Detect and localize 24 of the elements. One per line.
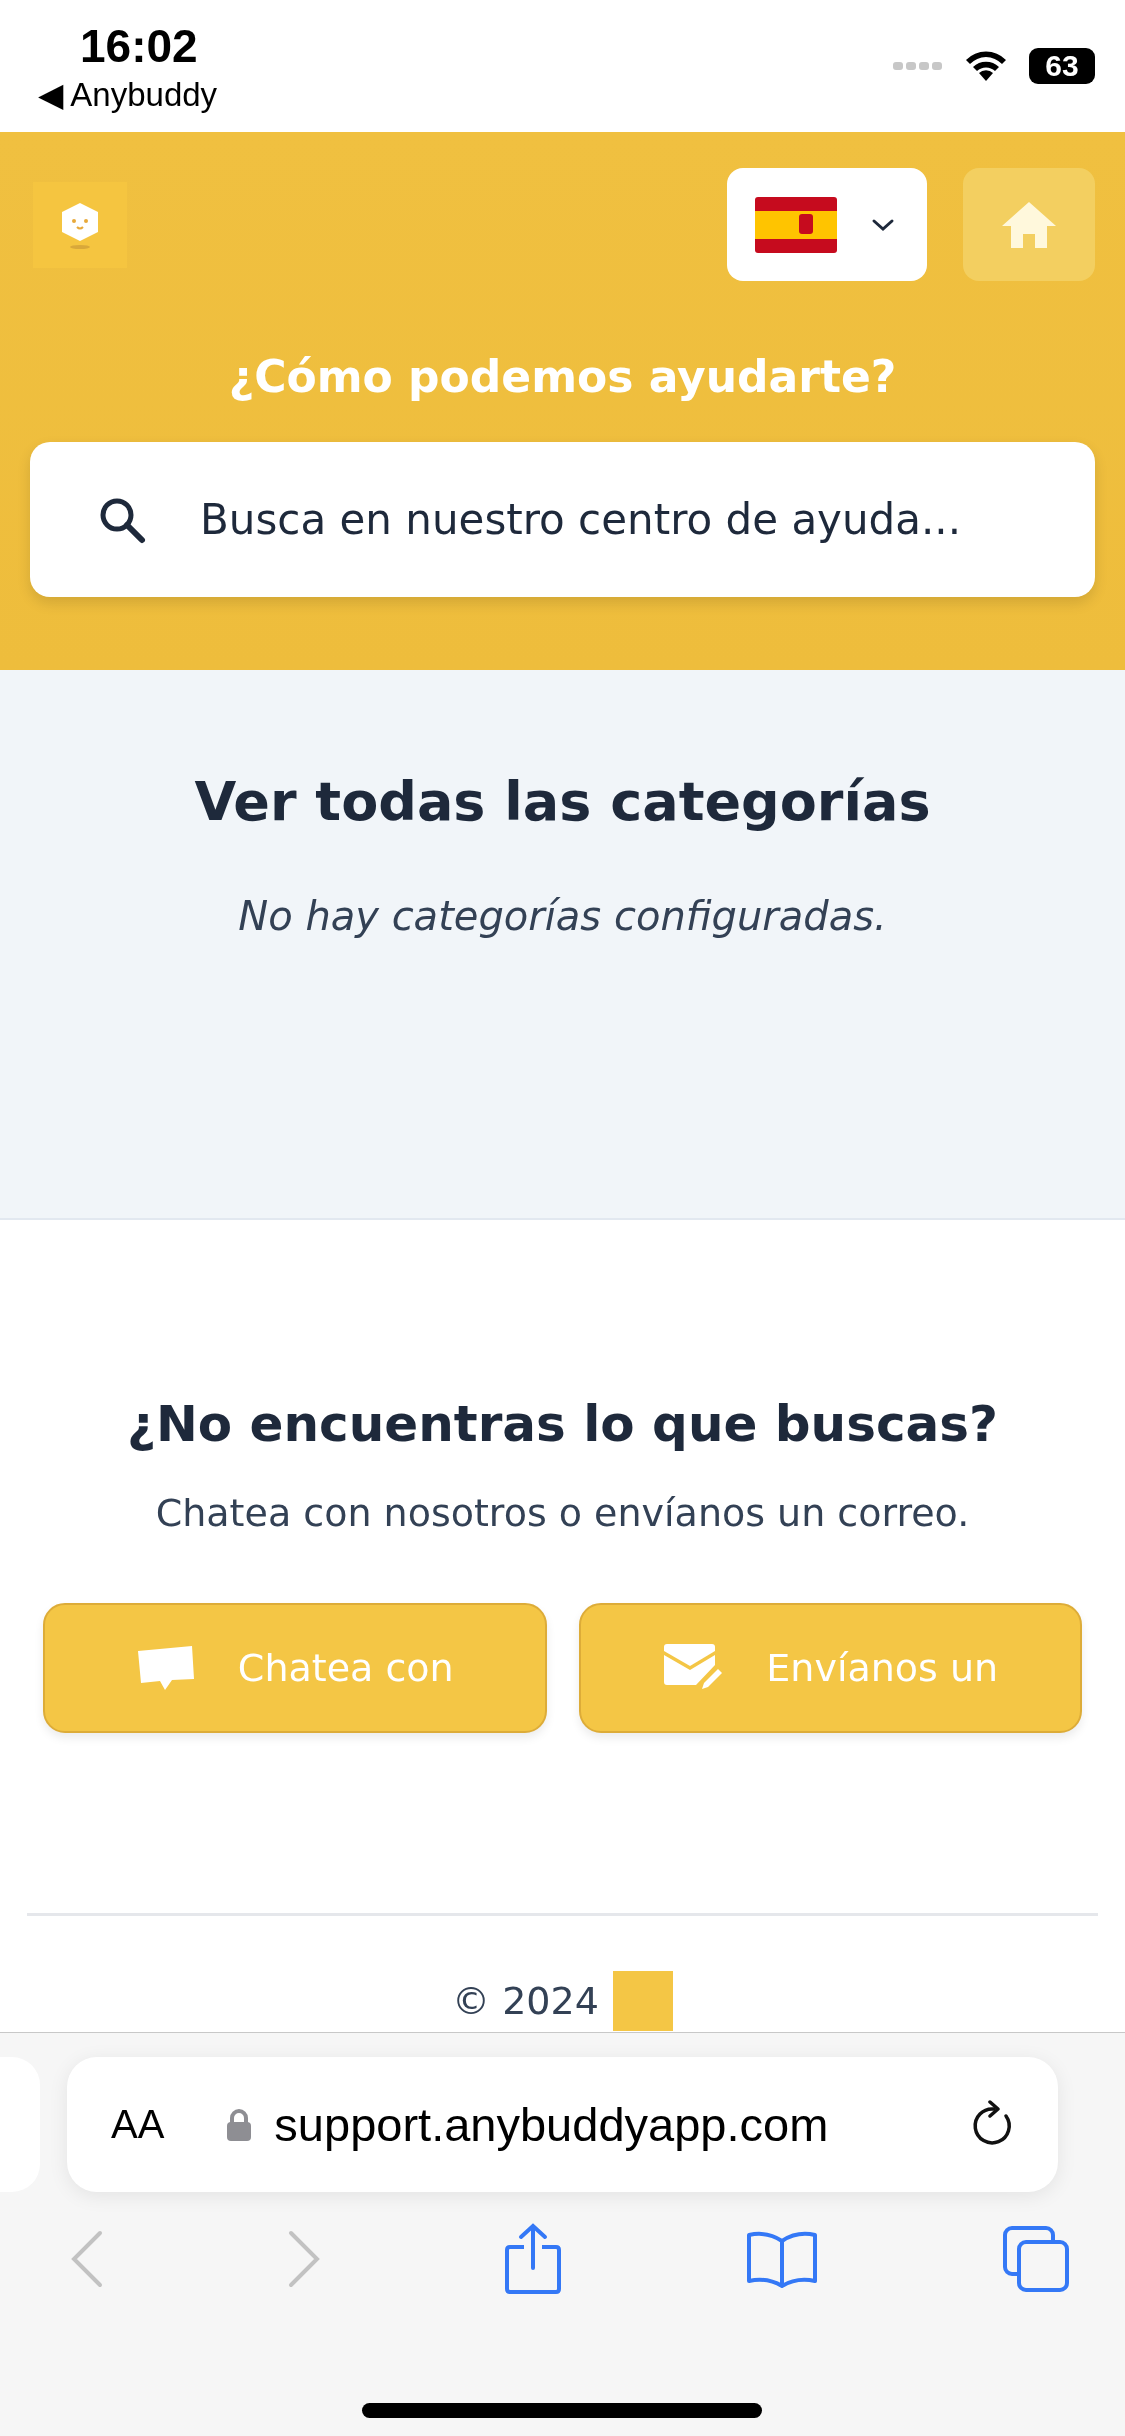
back-to-app-link[interactable]: ◀ Anybuddy	[38, 74, 218, 116]
help-title: ¿Cómo podemos ayudarte?	[227, 351, 898, 402]
copyright-text: © 2024	[452, 1979, 599, 2023]
address-bar[interactable]: AA support.anybuddyapp.com	[67, 2057, 1058, 2192]
lock-icon	[226, 2107, 253, 2142]
battery-indicator: 63	[1029, 48, 1095, 84]
language-selector[interactable]	[727, 168, 927, 281]
empty-categories-message: No hay categorías configuradas.	[237, 893, 888, 939]
flag-icon	[755, 196, 837, 253]
chevron-down-icon	[871, 217, 895, 232]
speech-bubble-icon	[135, 1645, 196, 1691]
share-icon[interactable]	[504, 2223, 562, 2295]
cellular-signal-icon	[893, 60, 943, 72]
search-field[interactable]: Busca en nuestro centro de ayuda...	[30, 442, 1095, 597]
categories-heading: Ver todas las categorías	[193, 770, 932, 833]
wifi-icon	[965, 50, 1007, 82]
contact-heading: ¿No encuentras lo que buscas?	[125, 1395, 1000, 1453]
tabs-icon[interactable]	[1002, 2225, 1070, 2293]
status-time: 16:02	[80, 19, 198, 74]
bookmarks-icon[interactable]	[745, 2229, 819, 2289]
text-size-button[interactable]: AA	[111, 2102, 165, 2147]
url-text: support.anybuddyapp.com	[274, 2097, 830, 2152]
home-icon	[1000, 199, 1058, 250]
contact-subtitle: Chatea con nosotros o envíanos un correo.	[154, 1491, 971, 1535]
